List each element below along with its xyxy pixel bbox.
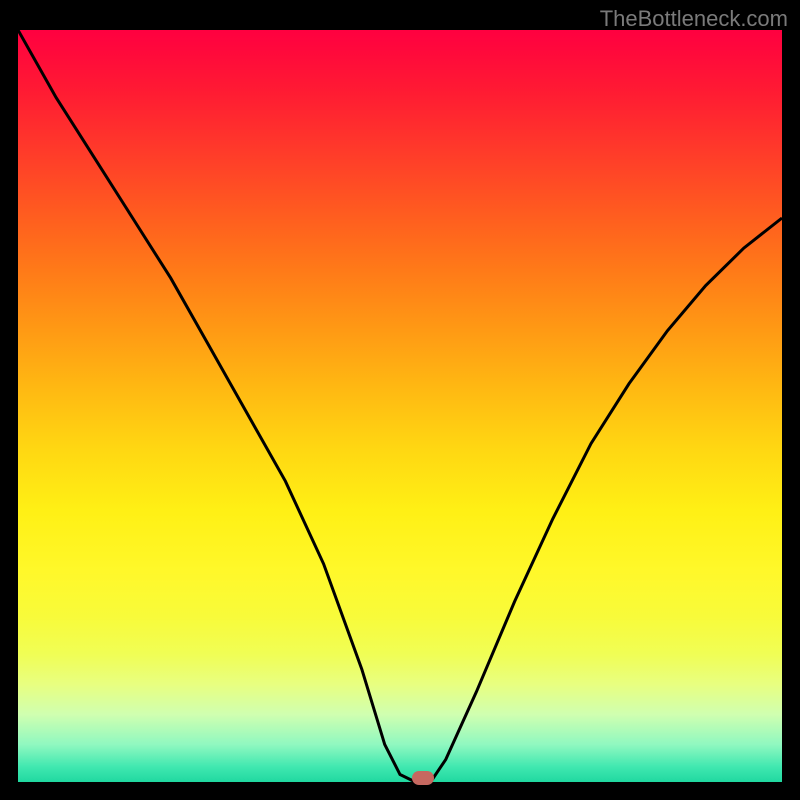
chart-plot-area [18,30,782,782]
bottleneck-curve [18,30,782,782]
watermark-text: TheBottleneck.com [600,6,788,32]
optimum-marker [412,771,434,785]
